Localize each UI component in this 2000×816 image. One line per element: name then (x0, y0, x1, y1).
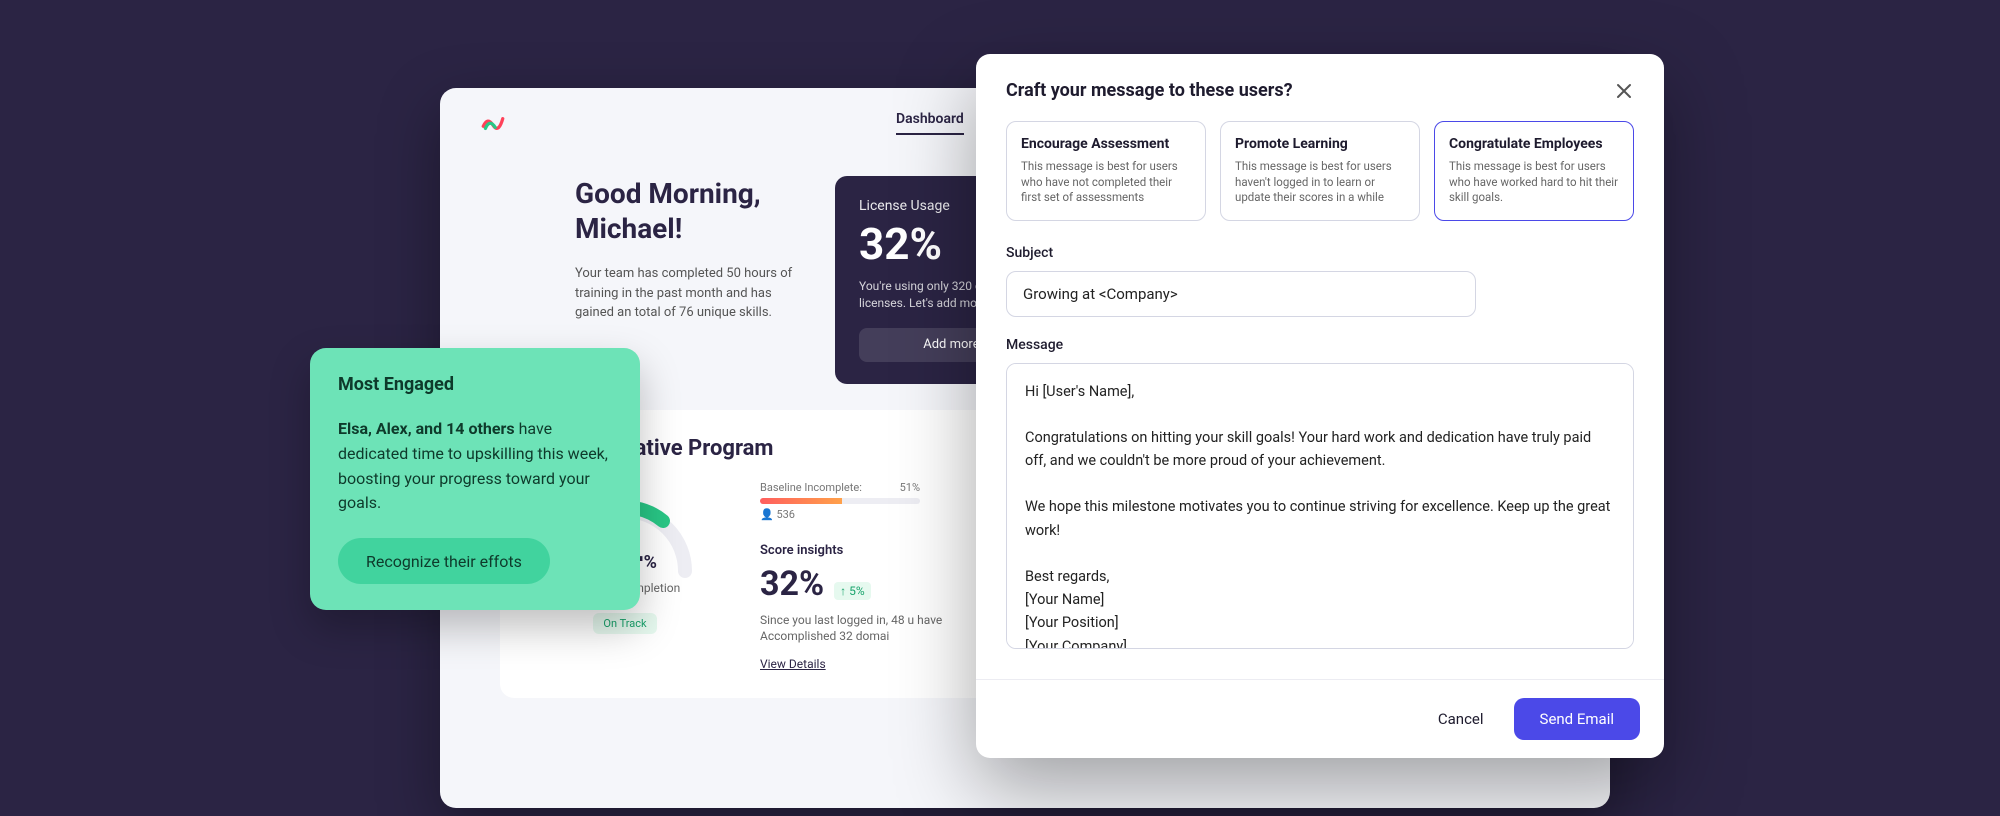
most-engaged-toast: Most Engaged Elsa, Alex, and 14 others h… (310, 348, 640, 610)
baseline-label: Baseline Incomplete: (760, 481, 862, 494)
template-congratulate-employees[interactable]: Congratulate Employees This message is b… (1434, 121, 1634, 221)
recognize-button[interactable]: Recognize their effots (338, 538, 550, 584)
greeting-subtext: Your team has completed 50 hours of trai… (575, 264, 805, 323)
baseline-percent: 51% (900, 481, 920, 494)
template-desc: This message is best for users who have … (1021, 159, 1191, 206)
subject-input[interactable] (1006, 271, 1476, 317)
template-promote-learning[interactable]: Promote Learning This message is best fo… (1220, 121, 1420, 221)
craft-message-modal: Craft your message to these users? Encou… (976, 54, 1664, 758)
toast-bold-names: Elsa, Alex, and 14 others (338, 419, 515, 438)
message-label: Message (1006, 337, 1634, 353)
template-title: Encourage Assessment (1021, 136, 1191, 152)
baseline-progress-bar (760, 498, 920, 504)
template-desc: This message is best for users haven't l… (1235, 159, 1405, 206)
completion-suffix: % (644, 552, 657, 573)
template-title: Congratulate Employees (1449, 136, 1619, 152)
on-track-badge: On Track (593, 613, 656, 634)
close-icon[interactable] (1614, 81, 1634, 101)
user-icon: 👤 (760, 508, 774, 521)
score-delta-badge: 5% (834, 582, 871, 600)
subject-label: Subject (1006, 245, 1634, 261)
message-textarea[interactable] (1006, 363, 1634, 649)
template-desc: This message is best for users who have … (1449, 159, 1619, 206)
modal-footer: Cancel Send Email (976, 679, 1664, 758)
tab-dashboard[interactable]: Dashboard (896, 111, 964, 135)
template-encourage-assessment[interactable]: Encourage Assessment This message is bes… (1006, 121, 1206, 221)
template-options: Encourage Assessment This message is bes… (1006, 121, 1634, 221)
view-details-link[interactable]: View Details (760, 657, 826, 671)
template-title: Promote Learning (1235, 136, 1405, 152)
toast-title: Most Engaged (338, 374, 612, 395)
cancel-button[interactable]: Cancel (1430, 698, 1492, 740)
logo-icon (480, 110, 506, 136)
toast-body: Elsa, Alex, and 14 others have dedicated… (338, 417, 612, 516)
score-percent: 32% (760, 564, 824, 604)
send-email-button[interactable]: Send Email (1514, 698, 1640, 740)
greeting-line1: Good Morning, (575, 177, 761, 210)
modal-title: Craft your message to these users? (1006, 80, 1293, 101)
greeting-line2: Michael! (575, 212, 682, 245)
baseline-count: 536 (776, 508, 795, 521)
